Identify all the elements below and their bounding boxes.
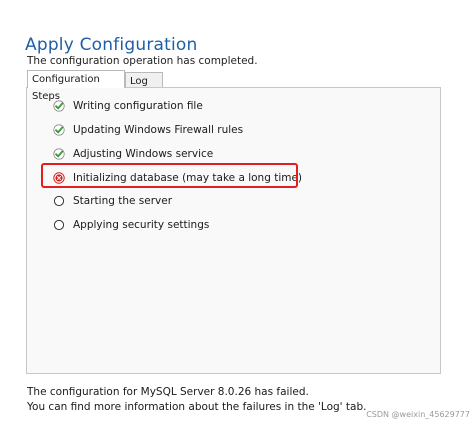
empty-circle-icon — [53, 195, 65, 207]
tab-configuration-steps[interactable]: Configuration Steps — [27, 70, 125, 102]
step-label: Writing configuration file — [73, 100, 203, 112]
step-adjusting-service: Adjusting Windows service — [53, 146, 213, 162]
empty-circle-icon — [53, 219, 65, 231]
check-circle-icon — [53, 124, 65, 136]
tab-log[interactable]: Log — [125, 72, 163, 88]
step-label: Applying security settings — [73, 219, 210, 231]
page-title: Apply Configuration — [25, 35, 198, 55]
failure-message: The configuration for MySQL Server 8.0.2… — [27, 386, 309, 398]
error-highlight-box — [41, 163, 298, 188]
step-updating-firewall: Updating Windows Firewall rules — [53, 122, 243, 138]
step-label: Starting the server — [73, 195, 173, 207]
step-label: Adjusting Windows service — [73, 148, 214, 160]
step-label: Updating Windows Firewall rules — [73, 124, 244, 136]
page-subtitle: The configuration operation has complete… — [27, 55, 258, 67]
step-applying-security: Applying security settings — [53, 217, 209, 233]
log-hint-message: You can find more information about the … — [27, 401, 367, 413]
check-circle-icon — [53, 148, 65, 160]
step-starting-server: Starting the server — [53, 193, 172, 209]
step-writing-config: Writing configuration file — [53, 98, 203, 114]
watermark: CSDN @weixin_45629777 — [366, 410, 470, 419]
